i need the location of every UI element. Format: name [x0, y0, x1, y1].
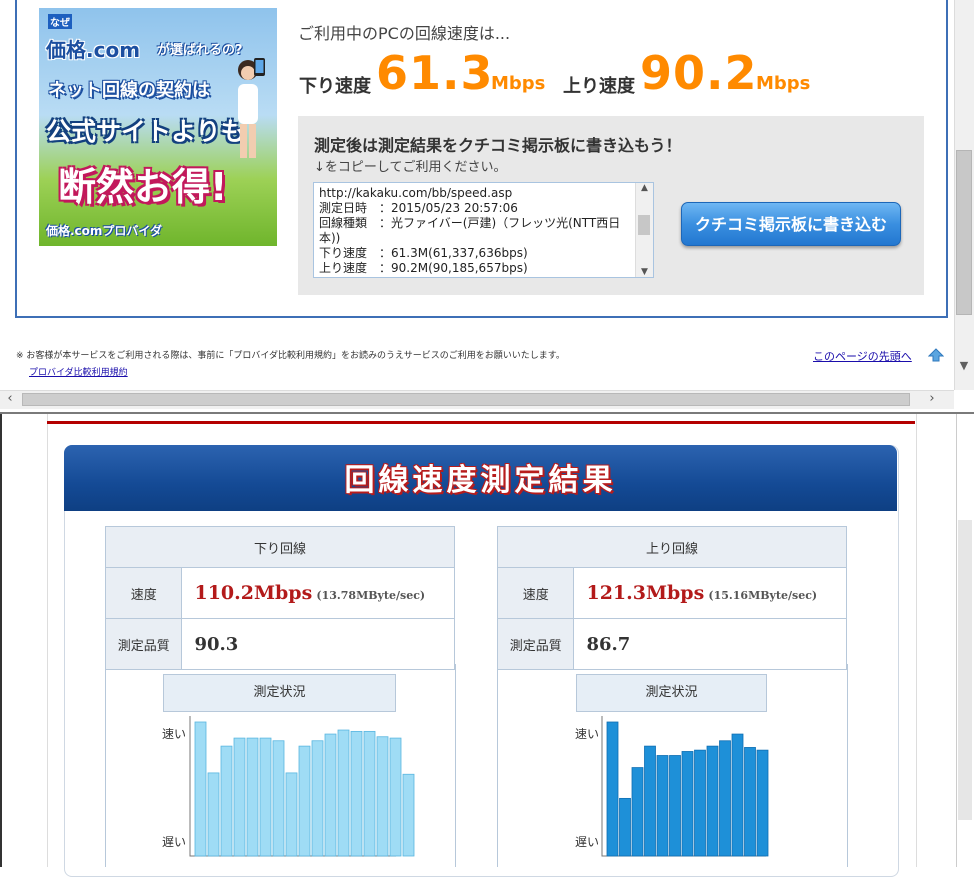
upload-header: 上り回線: [497, 526, 847, 568]
share-textarea-content: http://kakaku.com/bb/speed.asp 測定日時 ：201…: [319, 186, 621, 275]
download-bar: [402, 773, 415, 857]
banner-small-text: なぜ: [48, 14, 72, 29]
upload-bar: [606, 721, 619, 857]
download-quality-cell: 90.3: [181, 618, 455, 670]
upload-speed-value: 90.2: [640, 46, 758, 100]
download-result-bytes: (13.78MByte/sec): [316, 589, 426, 602]
terms-link[interactable]: プロバイダ比較利用規約: [29, 365, 128, 378]
download-speed-value: 61.3: [376, 46, 494, 100]
scroll-down-icon[interactable]: ▼: [636, 267, 653, 277]
upload-speed-unit: Mbps: [756, 73, 811, 94]
download-speed-row-label: 速度: [104, 567, 183, 619]
upload-bar: [669, 755, 681, 857]
banner-line4: 断然お得!: [58, 165, 228, 209]
upload-result-table: 上り回線 速度 121.3Mbps (15.16MByte/sec) 測定品質 …: [496, 526, 847, 670]
download-bar: [259, 737, 272, 857]
download-bar: [350, 730, 363, 857]
download-axis-slow: 遅い: [162, 835, 187, 849]
section-divider: [47, 421, 915, 424]
download-speed-cell: 110.2Mbps (13.78MByte/sec): [181, 567, 455, 619]
download-bar: [389, 737, 402, 857]
share-instructions: ↓をコピーしてご利用ください。: [314, 160, 507, 175]
download-status-chart: [189, 716, 415, 857]
speed-intro-text: ご利用中のPCの回線速度は...: [298, 24, 511, 43]
download-bar: [246, 737, 259, 857]
download-bar: [298, 745, 311, 857]
upload-bar: [719, 740, 731, 857]
share-title: 測定後は測定結果をクチコミ掲示板に書き込もう！: [314, 136, 682, 155]
upload-status-chart: [601, 716, 769, 857]
banner-brand: 価格.com: [46, 38, 141, 62]
scroll-up-icon[interactable]: ▲: [636, 183, 653, 193]
download-quality-value: 90.3: [194, 633, 239, 655]
download-quality-row-label: 測定品質: [104, 618, 183, 670]
banner-person-illustration: [238, 58, 265, 158]
upload-result-bytes: (15.16MByte/sec): [708, 589, 818, 602]
download-bar: [207, 772, 220, 857]
upload-bar: [731, 733, 744, 857]
upload-quality-cell: 86.7: [573, 618, 847, 670]
download-bar: [194, 721, 207, 857]
upload-axis-slow: 遅い: [575, 835, 600, 849]
upload-bar: [706, 745, 719, 857]
window-edge: [0, 414, 2, 867]
upload-bar: [744, 747, 756, 857]
share-textarea[interactable]: http://kakaku.com/bb/speed.asp 測定日時 ：201…: [313, 182, 654, 278]
upload-bar: [694, 749, 706, 857]
result-title: 回線速度測定結果: [344, 463, 617, 498]
upload-speed-label: 上り速度: [563, 76, 635, 97]
download-bar: [233, 737, 246, 857]
download-bar: [337, 729, 350, 857]
upload-speed-row-label: 速度: [496, 567, 575, 619]
upload-speed-cell: 121.3Mbps (15.16MByte/sec): [573, 567, 847, 619]
scroll-left-icon[interactable]: ‹: [0, 390, 20, 408]
download-bar: [285, 772, 298, 857]
download-header: 下り回線: [105, 526, 455, 568]
download-bar: [363, 730, 376, 857]
banner-line3: 公式サイトよりも: [46, 117, 246, 146]
download-axis-fast: 速い: [162, 727, 187, 741]
terms-notice: ※ お客様が本サービスをご利用される際は、事前に「プロバイダ比較利用規約」をお読…: [16, 351, 565, 361]
share-scroll-thumb[interactable]: [638, 215, 650, 235]
download-result-speed: 110.2Mbps: [194, 582, 313, 604]
upload-quality-value: 86.7: [586, 633, 631, 655]
download-bar: [311, 740, 324, 857]
download-speed-unit: Mbps: [491, 73, 546, 94]
vertical-scroll-thumb[interactable]: [956, 150, 972, 315]
post-to-board-button[interactable]: クチコミ掲示板に書き込む: [681, 202, 901, 246]
banner-line2: ネット回線の契約は: [48, 80, 210, 101]
page-top-link[interactable]: このページの先頭へ: [813, 348, 912, 364]
upload-bar: [619, 797, 631, 857]
download-speed-label: 下り速度: [299, 76, 371, 97]
upload-bar: [644, 745, 656, 857]
download-status-header: 測定状況: [163, 674, 396, 712]
upload-bar: [656, 755, 669, 857]
share-textarea-scrollbar[interactable]: ▲ ▼: [635, 183, 653, 277]
download-bar: [376, 736, 389, 857]
download-bar: [272, 740, 285, 857]
page-scroll-thumb[interactable]: [958, 520, 972, 820]
download-bar: [324, 733, 337, 857]
page-top-arrow-icon[interactable]: [928, 348, 944, 362]
upload-bar: [681, 751, 694, 857]
upload-axis-fast: 速い: [575, 727, 600, 741]
banner-footer: 価格.comプロバイダ: [46, 224, 162, 238]
upload-result-speed: 121.3Mbps: [586, 582, 705, 604]
upload-quality-row-label: 測定品質: [496, 618, 575, 670]
horizontal-scroll-thumb[interactable]: [22, 393, 910, 406]
download-bar: [220, 745, 233, 857]
download-result-table: 下り回線 速度 110.2Mbps (13.78MByte/sec) 測定品質 …: [104, 526, 455, 670]
scroll-down-icon[interactable]: ▼: [954, 358, 974, 374]
scroll-right-icon[interactable]: ›: [922, 390, 942, 408]
upload-status-header: 測定状況: [576, 674, 767, 712]
upload-bar: [631, 767, 644, 857]
upload-bar: [756, 749, 769, 857]
